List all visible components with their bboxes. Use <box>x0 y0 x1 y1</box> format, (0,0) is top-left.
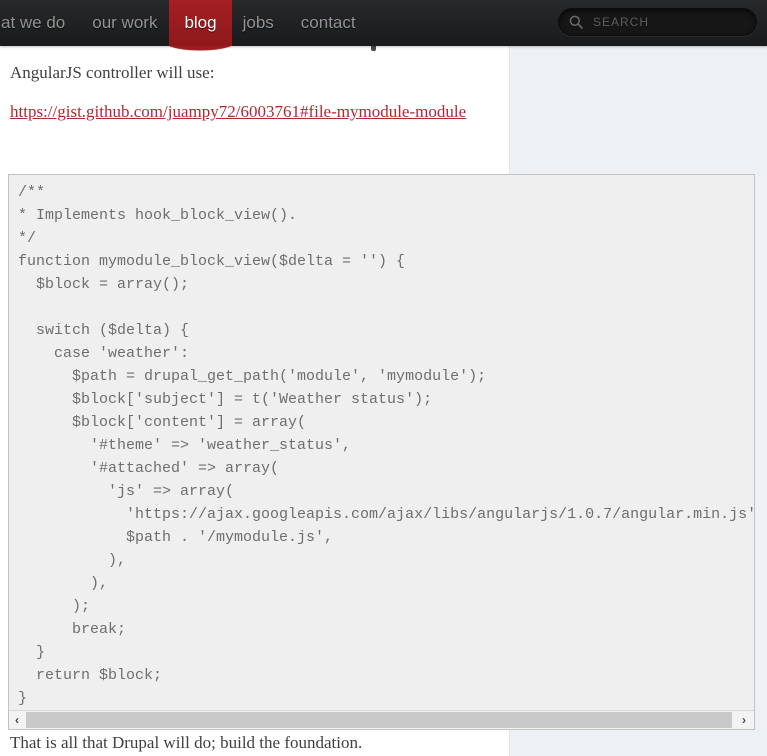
code-content: /** * Implements hook_block_view(). */ f… <box>18 184 754 707</box>
nav-tab-blog-active[interactable]: blog <box>169 0 232 51</box>
code-block: /** * Implements hook_block_view(). */ f… <box>8 174 755 730</box>
nav-item-our-work[interactable]: our work <box>92 0 157 46</box>
nav-item-contact[interactable]: contact <box>301 0 356 46</box>
outro-paragraph: That is all that Drupal will do; build t… <box>10 733 363 752</box>
nav-item-what-we-do[interactable]: at we do <box>1 0 65 46</box>
intro-paragraph: AngularJS controller will use: <box>10 63 215 82</box>
scrollbar-thumb[interactable] <box>26 712 732 728</box>
search-icon <box>569 15 583 29</box>
search-box[interactable] <box>558 8 757 36</box>
scroll-left-arrow-icon[interactable]: ‹ <box>9 711 25 729</box>
scroll-right-arrow-icon[interactable]: › <box>736 711 752 729</box>
blog-tab-ribbon-edge <box>169 46 232 51</box>
top-navbar: at we do our work blog jobs contact <box>0 0 767 51</box>
clipped-text-fragment <box>371 46 376 51</box>
gist-link-paragraph: https://gist.github.com/juampy72/6003761… <box>10 97 500 127</box>
gist-link[interactable]: https://gist.github.com/juampy72/6003761… <box>10 102 466 121</box>
search-input[interactable] <box>591 14 746 30</box>
nav-tab-blog-label: blog <box>184 13 217 32</box>
nav-item-jobs[interactable]: jobs <box>243 0 274 46</box>
code-horizontal-scrollbar[interactable]: ‹ › <box>9 710 754 729</box>
